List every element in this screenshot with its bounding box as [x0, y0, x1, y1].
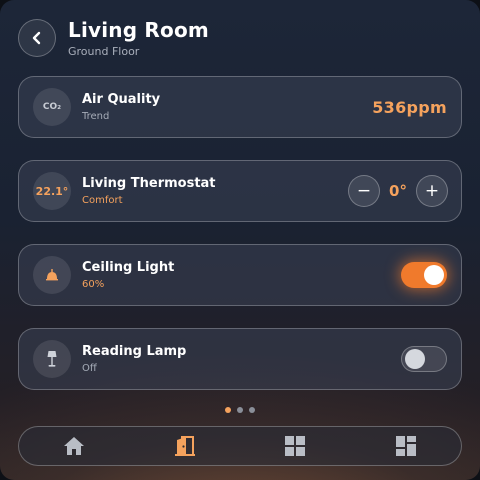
chevron-left-icon [32, 31, 41, 45]
page-dot-3[interactable] [249, 407, 255, 413]
ceiling-light-card[interactable]: Ceiling Light 60% [18, 244, 462, 306]
toggle-knob [424, 265, 444, 285]
grid-icon [285, 436, 306, 456]
toggle-knob [405, 349, 425, 369]
thermostat-mode: Comfort [82, 195, 123, 206]
nav-dashboard[interactable] [376, 428, 436, 464]
page-subtitle: Ground Floor [68, 45, 140, 58]
co2-icon-label: CO₂ [42, 102, 62, 112]
header: Living Room Ground Floor [18, 18, 209, 58]
reading-lamp-name: Reading Lamp [82, 344, 187, 359]
nav-rooms[interactable] [155, 428, 215, 464]
bell-lamp-icon [33, 256, 71, 294]
air-quality-card[interactable]: CO₂ Air Quality Trend 536ppm [18, 76, 462, 138]
reading-lamp-toggle[interactable] [401, 346, 447, 372]
decrease-button[interactable]: − [348, 175, 380, 207]
page-title: Living Room [68, 18, 209, 42]
current-temperature: 22.1° [33, 172, 71, 210]
floor-lamp-icon [33, 340, 71, 378]
increase-button[interactable]: + [416, 175, 448, 207]
ceiling-light-level: 60% [82, 279, 105, 290]
reading-lamp-status: Off [82, 363, 97, 374]
room-panel: Living Room Ground Floor CO₂ Air Quality… [0, 0, 480, 480]
ceiling-light-toggle[interactable] [401, 262, 447, 288]
home-icon [64, 437, 85, 455]
current-temperature-value: 22.1° [35, 184, 69, 198]
air-quality-sub: Trend [82, 111, 110, 122]
air-quality-value: 536ppm [372, 97, 447, 117]
thermostat-name: Living Thermostat [82, 176, 216, 191]
door-icon [174, 436, 195, 456]
page-indicator [0, 407, 480, 413]
reading-lamp-card[interactable]: Reading Lamp Off [18, 328, 462, 390]
bottom-navbar [18, 426, 462, 466]
setpoint-value: 0° [389, 182, 407, 200]
nav-home[interactable] [44, 428, 104, 464]
nav-devices[interactable] [265, 428, 325, 464]
page-dot-2[interactable] [237, 407, 243, 413]
air-quality-name: Air Quality [82, 92, 161, 107]
thermostat-card[interactable]: 22.1° Living Thermostat Comfort − 0° + [18, 160, 462, 222]
back-button[interactable] [18, 19, 56, 57]
ceiling-light-name: Ceiling Light [82, 260, 175, 275]
page-dot-1[interactable] [225, 407, 231, 413]
dashboard-icon [395, 436, 416, 456]
co2-icon: CO₂ [33, 88, 71, 126]
setpoint-stepper: − 0° + [348, 175, 448, 207]
